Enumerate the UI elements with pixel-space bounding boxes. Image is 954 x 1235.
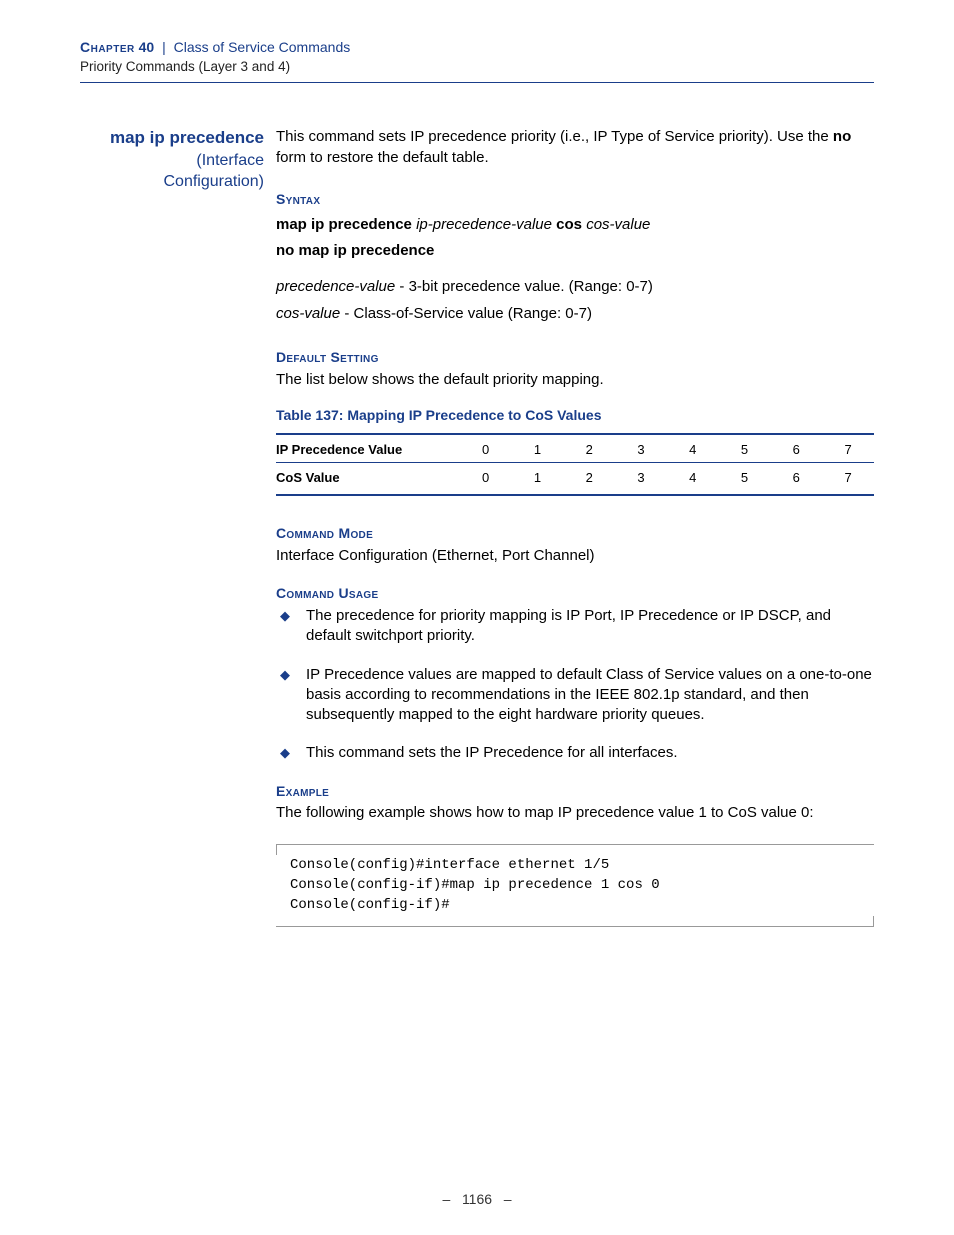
syntax-line-1: map ip precedence ip-precedence-value co…	[276, 215, 874, 235]
chapter-title: Class of Service Commands	[174, 39, 351, 55]
cell: 1	[512, 463, 564, 495]
syntax-heading: Syntax	[276, 190, 874, 209]
command-margin: map ip precedence (Interface Configurati…	[80, 127, 276, 926]
list-item: This command sets the IP Precedence for …	[276, 743, 874, 763]
cell: 1	[512, 434, 564, 463]
intro-no-keyword: no	[833, 128, 851, 145]
list-item: The precedence for priority mapping is I…	[276, 606, 874, 647]
page-header: Chapter 40 | Class of Service Commands P…	[80, 38, 874, 83]
table-caption: Table 137: Mapping IP Precedence to CoS …	[276, 406, 874, 425]
cell: 7	[822, 434, 874, 463]
precedence-table: IP Precedence Value 0 1 2 3 4 5 6 7 CoS …	[276, 433, 874, 496]
cell: 4	[667, 463, 719, 495]
footer-dash-left: –	[442, 1191, 450, 1207]
cell: 3	[615, 434, 667, 463]
example-code: Console(config)#interface ethernet 1/5 C…	[276, 844, 874, 927]
cell: 6	[770, 434, 822, 463]
syntax-arg2: cos-value - Class-of-Service value (Rang…	[276, 304, 874, 324]
page-number: 1166	[462, 1191, 492, 1207]
arg2-desc: - Class-of-Service value (Range: 0-7)	[340, 305, 592, 322]
list-item: IP Precedence values are mapped to defau…	[276, 665, 874, 726]
intro-text-b: form to restore the default table.	[276, 149, 489, 166]
default-setting-text: The list below shows the default priorit…	[276, 370, 874, 390]
cell: 4	[667, 434, 719, 463]
syntax-map-cmd: map ip precedence	[276, 216, 412, 233]
command-usage-heading: Command Usage	[276, 584, 874, 603]
example-text: The following example shows how to map I…	[276, 803, 874, 823]
cell: 6	[770, 463, 822, 495]
intro-text-a: This command sets IP precedence priority…	[276, 128, 833, 145]
command-mode-text: Interface Configuration (Ethernet, Port …	[276, 546, 874, 566]
arg1-name: precedence-value	[276, 278, 395, 295]
cell: 7	[822, 463, 874, 495]
chapter-word: Chapter	[80, 39, 135, 55]
command-name: map ip precedence	[80, 127, 264, 149]
header-separator: |	[162, 39, 166, 55]
syntax-arg1: precedence-value - 3-bit precedence valu…	[276, 277, 874, 297]
cell: 2	[563, 463, 615, 495]
page-footer: – 1166 –	[0, 1191, 954, 1207]
command-context-line1: (Interface	[80, 150, 264, 172]
cell: 5	[719, 463, 771, 495]
footer-dash-right: –	[504, 1191, 512, 1207]
chapter-number: 40	[139, 39, 155, 55]
cell: 3	[615, 463, 667, 495]
arg1-desc: - 3-bit precedence value. (Range: 0-7)	[395, 278, 653, 295]
cell: 5	[719, 434, 771, 463]
command-mode-heading: Command Mode	[276, 524, 874, 543]
section-subtitle: Priority Commands (Layer 3 and 4)	[80, 58, 874, 77]
syntax-no-form: no map ip precedence	[276, 241, 874, 261]
table-row: CoS Value 0 1 2 3 4 5 6 7	[276, 463, 874, 495]
usage-list: The precedence for priority mapping is I…	[276, 606, 874, 764]
row1-label: IP Precedence Value	[276, 434, 460, 463]
cell: 0	[460, 434, 512, 463]
command-context-line2: Configuration)	[80, 171, 264, 193]
cell: 0	[460, 463, 512, 495]
row2-label: CoS Value	[276, 463, 460, 495]
cell: 2	[563, 434, 615, 463]
example-heading: Example	[276, 782, 874, 801]
default-setting-heading: Default Setting	[276, 348, 874, 367]
syntax-precedence-arg: ip-precedence-value	[416, 216, 552, 233]
syntax-cos-arg: cos-value	[586, 216, 650, 233]
intro-paragraph: This command sets IP precedence priority…	[276, 127, 874, 168]
table-row: IP Precedence Value 0 1 2 3 4 5 6 7	[276, 434, 874, 463]
syntax-cos-keyword: cos	[556, 216, 582, 233]
arg2-name: cos-value	[276, 305, 340, 322]
